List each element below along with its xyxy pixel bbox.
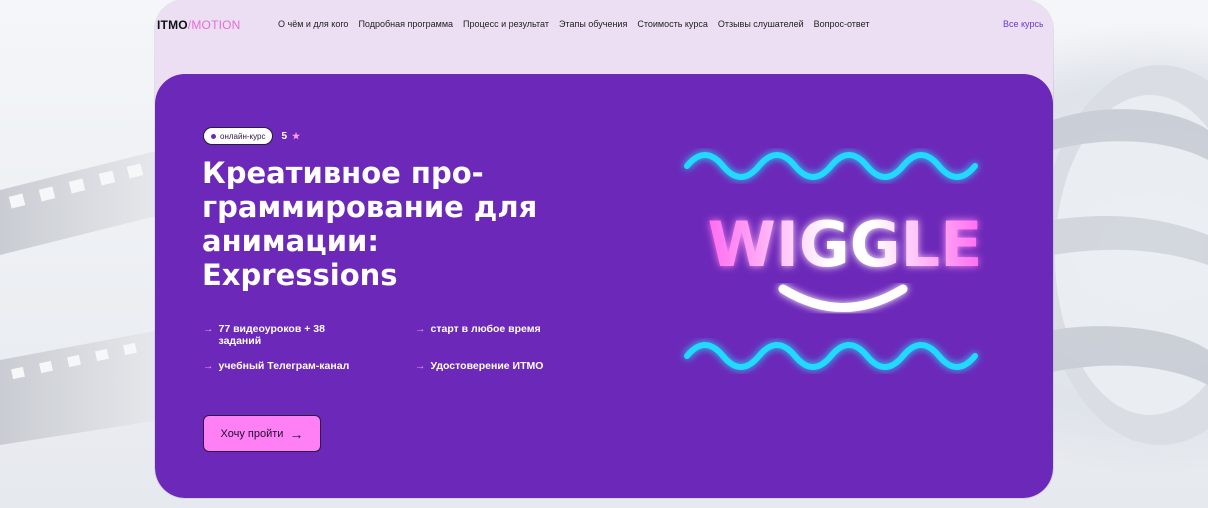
hero-section: онлайн-курс 5 ★ Креативное про- граммиро… xyxy=(155,74,1053,498)
star-icon: ★ xyxy=(292,130,301,141)
nav-item-program[interactable]: Подробная программа xyxy=(358,19,453,29)
logo-main: ITMO xyxy=(157,18,188,32)
course-meta: онлайн-курс 5 ★ xyxy=(203,127,300,145)
all-courses-link[interactable]: Все курсы xyxy=(1003,19,1043,29)
nav-item-process[interactable]: Процесс и результат xyxy=(463,19,549,29)
nav-item-reviews[interactable]: Отзывы слушателей xyxy=(718,19,804,29)
arrow-right-icon: → xyxy=(415,360,426,372)
feature-start: → старт в любое время xyxy=(415,323,605,335)
feature-text: Удостоверение ИТМО xyxy=(430,360,544,372)
feature-lessons: → 77 видеоуроков + 38 заданий xyxy=(203,323,403,347)
arrow-right-icon: → xyxy=(289,425,304,442)
feature-text: заданий xyxy=(218,335,262,347)
nav-item-stages[interactable]: Этапы обучения xyxy=(559,19,627,29)
feature-telegram: → учебный Телеграм-канал xyxy=(203,360,403,372)
logo-sub: MOTION xyxy=(191,18,241,32)
badge-label: онлайн-курс xyxy=(220,131,266,141)
arrow-right-icon: → xyxy=(415,323,426,335)
rating-value: 5 xyxy=(281,130,288,142)
nav-item-price[interactable]: Стоимость курса xyxy=(637,19,708,29)
feature-certificate: → Удостоверение ИТМО xyxy=(415,360,605,372)
enroll-button-label: Хочу пройти xyxy=(220,427,284,440)
arrow-right-icon: → xyxy=(203,323,214,335)
enroll-button[interactable]: Хочу пройти → xyxy=(203,415,321,452)
nav-item-faq[interactable]: Вопрос-ответ xyxy=(814,19,870,29)
wave-bottom xyxy=(684,342,978,370)
wiggle-illustration: WIGGLE xyxy=(684,152,983,370)
smile-curve xyxy=(778,284,908,312)
wave-top xyxy=(684,152,978,180)
wiggle-word: WIGGLE xyxy=(707,208,982,281)
course-title: Креативное про- граммирование для анимац… xyxy=(202,156,632,292)
feature-text: учебный Телеграм-канал xyxy=(218,360,350,372)
course-card: ITMO/MOTION О чём и для кого Подробная п… xyxy=(155,0,1053,498)
title-line: граммирование для xyxy=(202,190,538,224)
feature-text: 77 видеоуроков + 38 xyxy=(218,323,325,335)
nav-item-about[interactable]: О чём и для кого xyxy=(278,19,348,29)
arrow-right-icon: → xyxy=(203,360,214,372)
course-format-badge: онлайн-курс xyxy=(203,127,274,145)
itmo-motion-logo[interactable]: ITMO/MOTION xyxy=(157,18,241,32)
top-navigation: ITMO/MOTION О чём и для кого Подробная п… xyxy=(155,0,1053,48)
title-line: анимации: xyxy=(202,224,379,258)
feature-text: старт в любое время xyxy=(430,323,541,335)
title-line: Expressions xyxy=(202,258,398,292)
course-rating: 5 ★ xyxy=(281,131,300,142)
badge-dot-icon xyxy=(211,133,216,139)
title-line: Креативное про- xyxy=(202,156,484,190)
nav-menu: О чём и для кого Подробная программа Про… xyxy=(278,19,879,29)
